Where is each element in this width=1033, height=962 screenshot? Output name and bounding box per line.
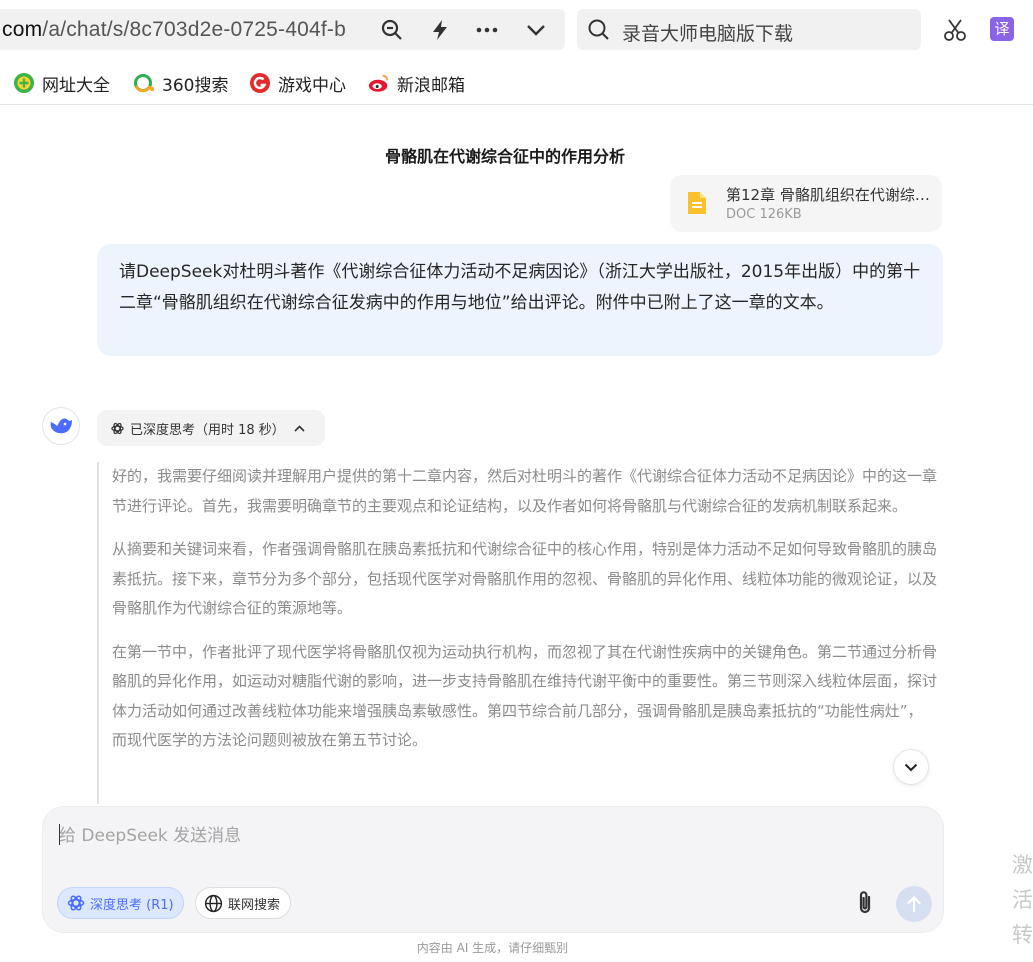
360-search-icon — [133, 72, 155, 94]
scroll-to-bottom-button[interactable] — [893, 749, 929, 785]
more-icon[interactable] — [474, 17, 500, 43]
lightning-icon[interactable] — [427, 17, 453, 43]
thinking-label: 已深度思考（用时 18 秒） — [130, 422, 285, 438]
arrow-up-icon — [907, 896, 921, 912]
thought-content: 好的，我需要仔细阅读并理解用户提供的第十二章内容，然后对杜明斗的著作《代谢综合征… — [97, 462, 937, 804]
deep-think-icon — [67, 895, 85, 911]
thought-paragraph: 在第一节中，作者批评了现代医学将骨骼肌仅视为运动执行机构，而忽视了其在代谢性疾病… — [112, 642, 937, 750]
bookmark-game-center[interactable]: 游戏中心 — [249, 71, 346, 96]
thinking-toggle[interactable]: 已深度思考（用时 18 秒） — [97, 410, 325, 446]
scissors-icon[interactable] — [942, 17, 968, 43]
bookmark-360-search[interactable]: 360搜索 — [133, 71, 229, 96]
ai-disclaimer: 内容由 AI 生成，请仔细甄别 — [416, 941, 569, 955]
send-button[interactable] — [896, 886, 932, 922]
bookmark-label: 网址大全 — [42, 75, 110, 96]
chevron-down-icon[interactable] — [523, 17, 549, 43]
message-composer: 深度思考 (R1) 联网搜索 — [42, 806, 944, 933]
chevron-down-icon — [904, 763, 918, 771]
deep-think-button[interactable]: 深度思考 (R1) — [57, 887, 184, 919]
url-path: /a/chat/s/8c703d2e-0725-404f-b — [42, 18, 346, 41]
bookmark-label: 游戏中心 — [278, 75, 346, 96]
attachment-meta: DOC 126KB — [726, 207, 802, 222]
attachment-name: 第12章 骨骼肌组织在代谢综合征发病中的作用与地位 — [726, 186, 931, 204]
web-search-button[interactable]: 联网搜索 — [195, 887, 291, 919]
translate-icon[interactable]: 译 — [990, 17, 1014, 41]
nav-directory-icon — [13, 72, 35, 94]
thought-paragraph: 从摘要和关键词来看，作者强调骨骼肌在胰岛素抵抗和代谢综合征中的核心作用，特别是体… — [112, 540, 937, 617]
windows-activation-watermark: 激活转 — [1012, 853, 1033, 947]
document-icon — [688, 192, 706, 214]
bookmark-nav-directory[interactable]: 网址大全 — [13, 71, 110, 96]
bookmarks-bar: 网址大全 360搜索 游戏中心 新浪邮箱 — [0, 60, 1033, 105]
browser-toolbar: com/a/chat/s/8c703d2e-0725-404f-b 录音大师电脑… — [0, 0, 1033, 60]
game-center-icon — [249, 72, 271, 94]
deepseek-whale-icon — [50, 418, 72, 434]
chat-title: 骨骼肌在代谢综合征中的作用分析 — [384, 147, 625, 166]
globe-icon — [204, 894, 223, 912]
search-text[interactable]: 录音大师电脑版下载 — [622, 19, 793, 46]
paperclip-icon[interactable] — [853, 889, 877, 917]
deepseek-avatar — [42, 407, 80, 445]
bookmark-sina-mail[interactable]: 新浪邮箱 — [368, 71, 465, 96]
address-text[interactable]: com/a/chat/s/8c703d2e-0725-404f-b — [2, 18, 368, 42]
message-input[interactable] — [59, 821, 919, 851]
bookmark-label: 新浪邮箱 — [397, 75, 465, 96]
sina-weibo-icon — [368, 72, 390, 94]
search-icon — [588, 19, 609, 40]
attachment-card[interactable]: 第12章 骨骼肌组织在代谢综合征发病中的作用与地位 DOC 126KB — [670, 175, 942, 232]
user-message: 请DeepSeek对杜明斗著作《代谢综合征体力活动不足病因论》（浙江大学出版社，… — [97, 244, 943, 356]
search-box[interactable]: 录音大师电脑版下载 — [577, 9, 921, 50]
address-bar[interactable]: com/a/chat/s/8c703d2e-0725-404f-b — [0, 9, 565, 50]
url-host: com — [2, 18, 43, 41]
bookmark-label: 360搜索 — [162, 75, 229, 96]
zoom-icon[interactable] — [379, 17, 405, 43]
deep-think-label: 深度思考 (R1) — [90, 897, 174, 913]
deep-think-icon — [111, 422, 124, 434]
web-search-label: 联网搜索 — [228, 897, 281, 913]
thought-paragraph: 好的，我需要仔细阅读并理解用户提供的第十二章内容，然后对杜明斗的著作《代谢综合征… — [112, 467, 937, 515]
chevron-up-icon — [294, 424, 305, 432]
text-caret — [59, 824, 60, 845]
